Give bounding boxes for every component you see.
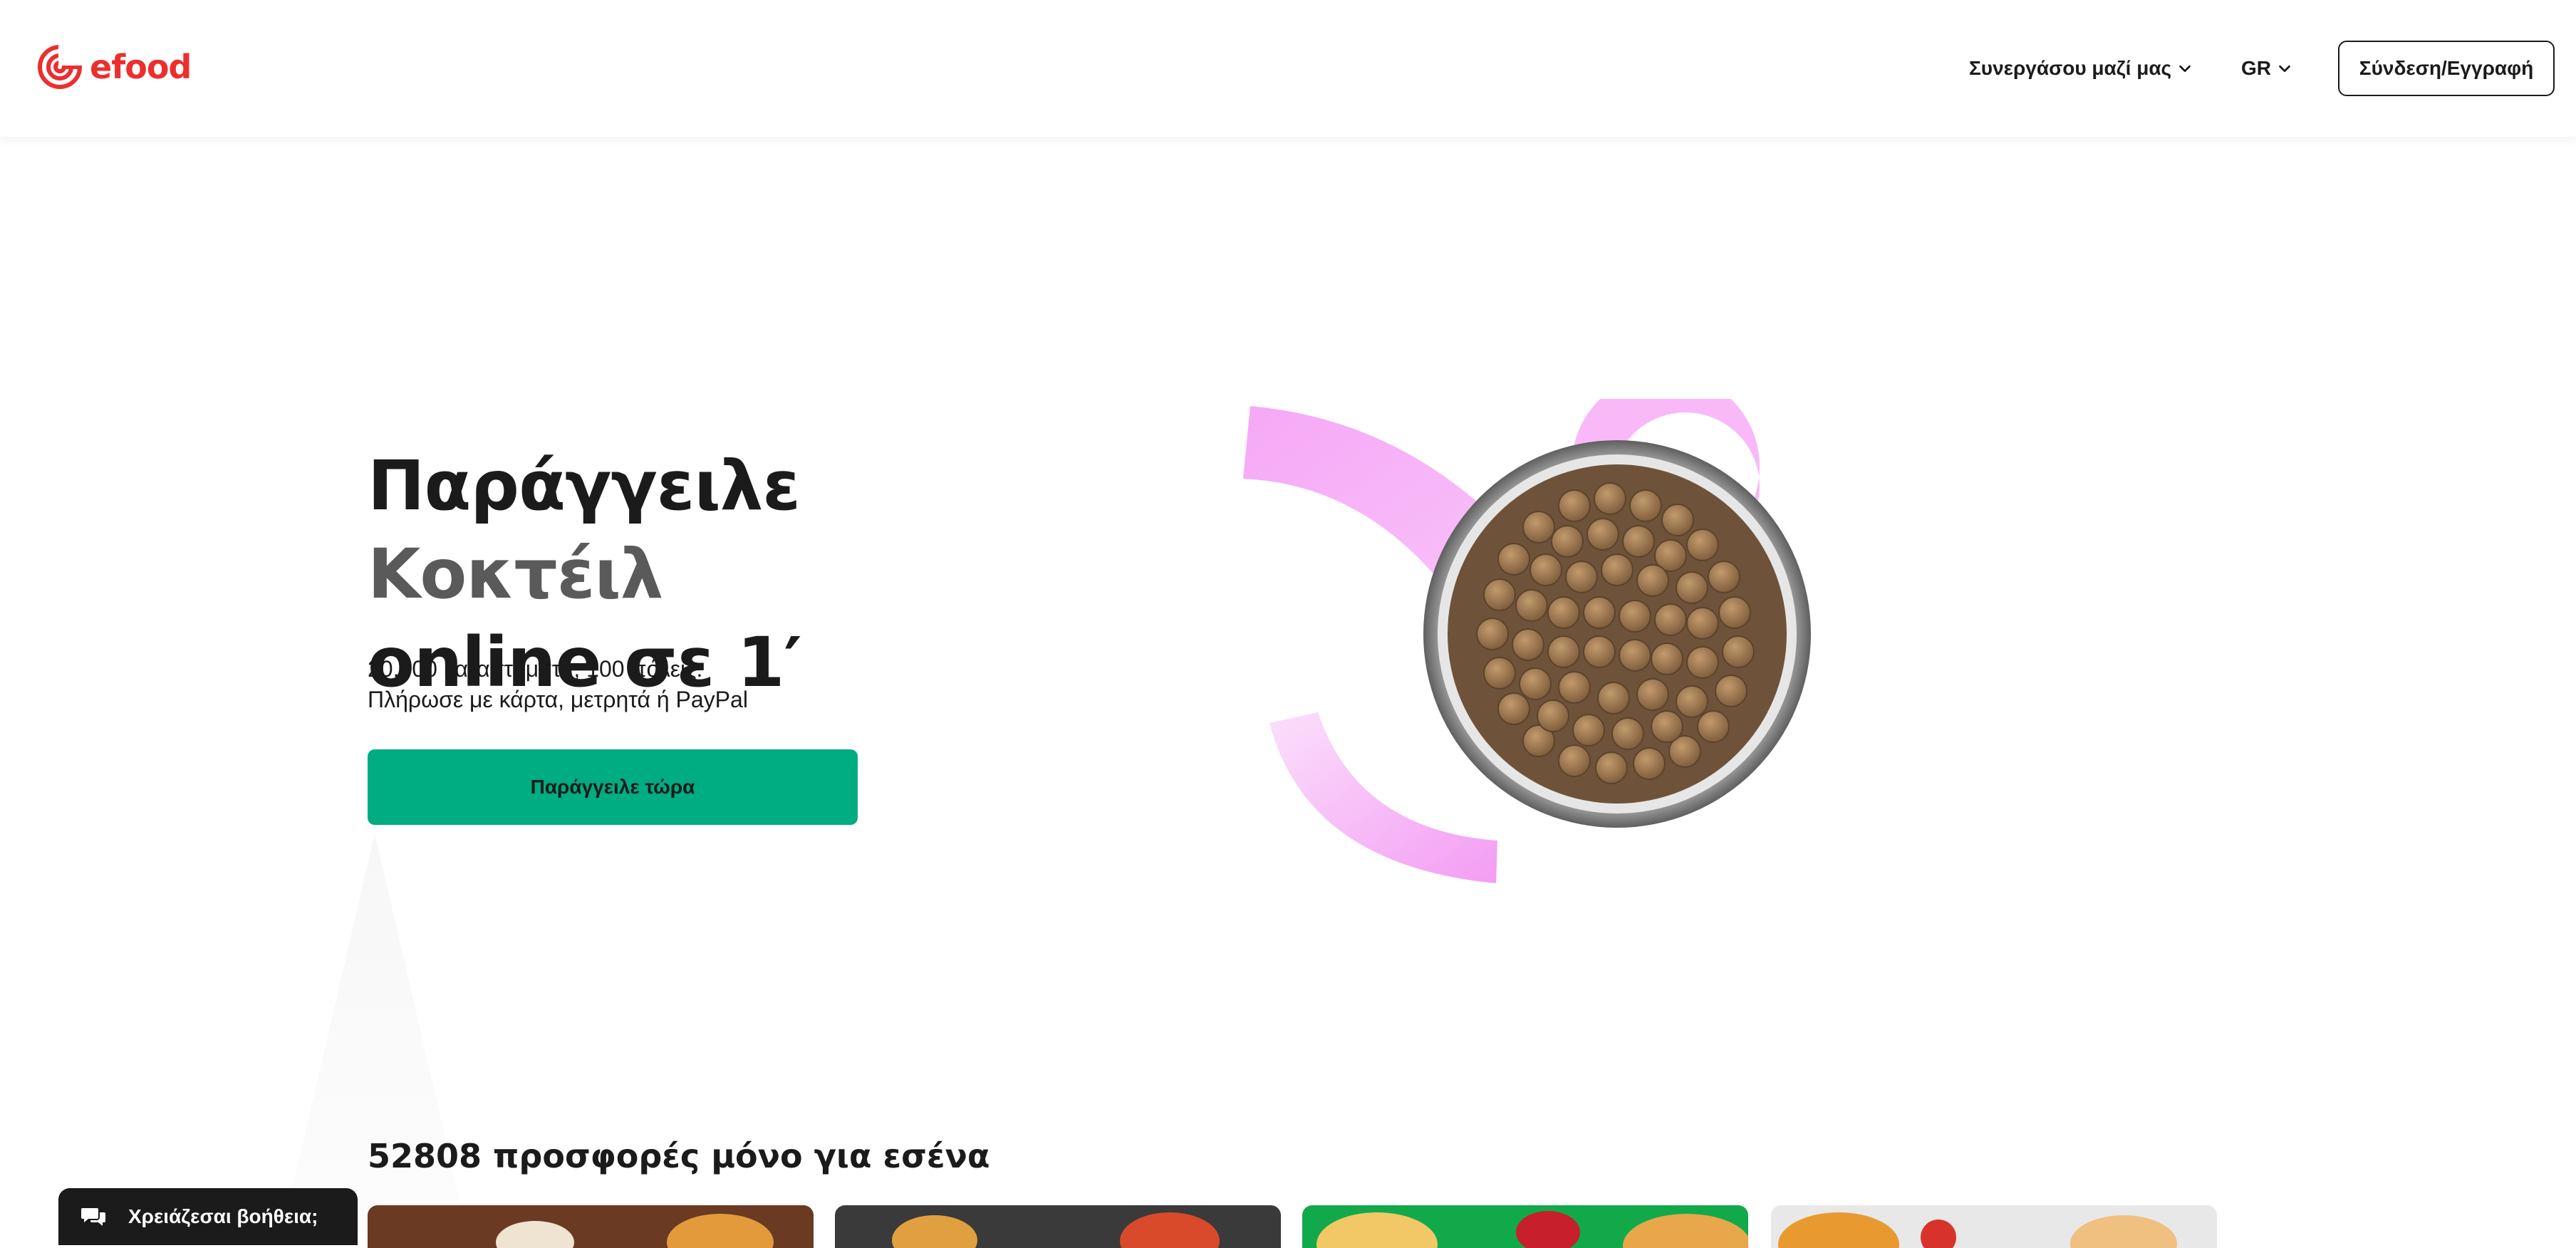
chat-bubbles-icon — [81, 1208, 105, 1226]
chevron-down-icon — [2179, 65, 2191, 73]
offer-card[interactable] — [835, 1205, 1281, 1248]
help-chat-button[interactable]: Χρειάζεσαι βοήθεια; — [58, 1188, 358, 1245]
offer-card[interactable] — [368, 1205, 814, 1248]
order-now-button[interactable]: Παράγγειλε τώρα — [368, 749, 858, 825]
offer-card[interactable] — [1302, 1205, 1748, 1248]
hero-subtitle-line2: Πλήρωσε με κάρτα, μετρητά ή PayPal — [368, 687, 748, 712]
hero-illustration — [1243, 399, 1910, 883]
efood-logo-icon — [38, 44, 83, 89]
language-label: GR — [2241, 57, 2271, 79]
hero-subtitle-line1: 20.000 καταστήματα, 100 πόλεις. — [368, 656, 703, 682]
language-selector[interactable]: GR — [2241, 51, 2292, 85]
chevron-down-icon — [2279, 65, 2290, 73]
help-label: Χρειάζεσαι βοήθεια; — [128, 1205, 318, 1227]
hero-title-accent: Κοκτέιλ — [368, 534, 663, 614]
hero-title-prefix: Παράγγειλε — [368, 446, 801, 526]
login-signup-button[interactable]: Σύνδεση/Εγγραφή — [2338, 41, 2555, 96]
efood-logo[interactable]: efood — [37, 44, 192, 90]
hero-subtitle: 20.000 καταστήματα, 100 πόλεις. Πλήρωσε … — [368, 654, 1009, 715]
offers-title: 52808 προσφορές μόνο για εσένα — [368, 1137, 990, 1175]
logo-text: efood — [90, 48, 192, 86]
partner-menu-label: Συνεργάσου μαζί μας — [1969, 57, 2172, 79]
partner-menu[interactable]: Συνεργάσου μαζί μας — [1969, 51, 2193, 85]
offer-card[interactable] — [1771, 1205, 2217, 1248]
site-header: efood Συνεργάσου μαζί μας GR Σύνδεση/Εγγ… — [0, 0, 2576, 137]
